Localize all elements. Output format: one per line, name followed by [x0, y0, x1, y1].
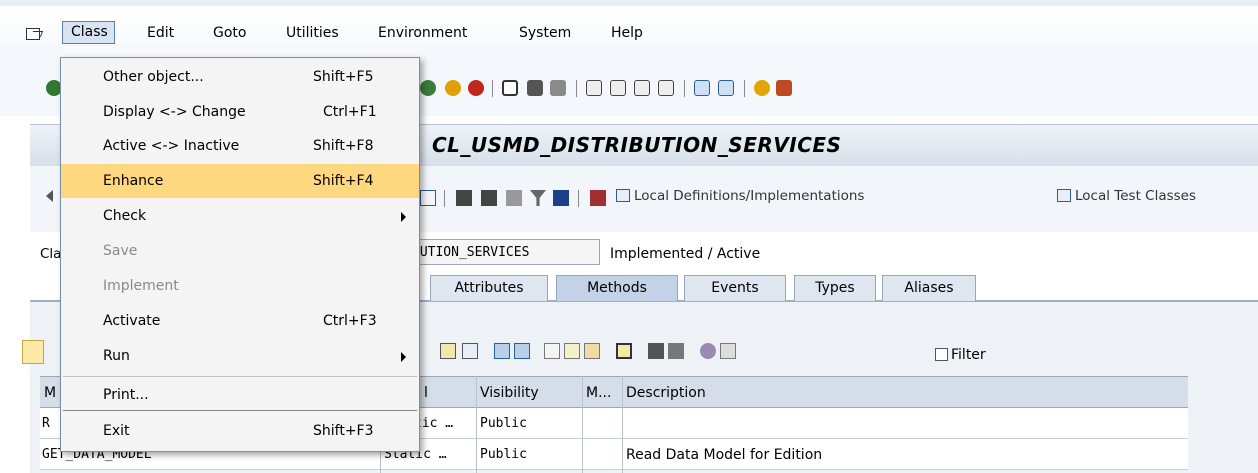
object-list-icon[interactable]	[456, 190, 472, 206]
column-header-m[interactable]: M...	[586, 385, 611, 401]
tab-methods[interactable]: Methods	[556, 275, 678, 301]
shortcut-icon[interactable]	[718, 80, 734, 96]
menu-help[interactable]: Help	[611, 25, 643, 41]
previous-page-icon[interactable]	[610, 80, 626, 96]
toolbar-separator	[444, 190, 445, 207]
undo-icon[interactable]	[700, 343, 716, 359]
menu-item-implement[interactable]: Implement	[61, 269, 419, 303]
menu-item-save[interactable]: Save	[61, 234, 419, 268]
tab-events[interactable]: Events	[684, 275, 786, 301]
find-next-list-icon[interactable]	[668, 343, 684, 359]
first-page-icon[interactable]	[586, 80, 602, 96]
menu-edit[interactable]: Edit	[147, 25, 174, 41]
menu-item-exit[interactable]: Exit Shift+F3	[61, 414, 419, 448]
display-object-icon[interactable]	[506, 190, 522, 206]
class-status: Implemented / Active	[610, 246, 761, 262]
column-divider	[622, 376, 623, 473]
back-icon[interactable]	[420, 80, 436, 96]
column-divider	[476, 376, 477, 473]
toolbar-separator	[578, 190, 579, 207]
method-name-cell: R	[42, 416, 50, 431]
column-header-method[interactable]: M	[44, 385, 56, 401]
next-page-icon[interactable]	[634, 80, 650, 96]
class-menu-dropdown: Other object... Shift+F5 Display <-> Chan…	[60, 57, 420, 452]
last-page-icon[interactable]	[658, 80, 674, 96]
toolbar-separator	[492, 80, 493, 97]
menu-item-active-inactive[interactable]: Active <-> Inactive Shift+F8	[61, 129, 419, 163]
tab-types[interactable]: Types	[794, 275, 876, 301]
exceptions-icon[interactable]	[462, 343, 478, 359]
menu-item-print[interactable]: Print...	[61, 378, 419, 412]
print-list-icon[interactable]	[616, 343, 632, 359]
tab-aliases[interactable]: Aliases	[882, 275, 976, 301]
page-title: CL_USMD_DISTRIBUTION_SERVICES	[432, 133, 842, 157]
find-list-icon[interactable]	[648, 343, 664, 359]
class-builder-icon[interactable]	[590, 190, 606, 206]
cut-icon[interactable]	[544, 343, 560, 359]
local-definitions-icon	[616, 189, 630, 202]
class-label: Cla	[40, 246, 62, 262]
info-icon[interactable]	[553, 190, 569, 206]
column-divider	[582, 376, 583, 473]
delete-row-icon[interactable]	[514, 343, 530, 359]
menu-environment[interactable]: Environment	[378, 25, 467, 41]
column-header-description[interactable]: Description	[626, 385, 706, 401]
new-session-icon[interactable]	[694, 80, 710, 96]
local-test-classes-link[interactable]: Local Test Classes	[1057, 188, 1196, 204]
copy-icon[interactable]	[564, 343, 580, 359]
paste-icon[interactable]	[584, 343, 600, 359]
cancel-icon[interactable]	[468, 80, 484, 96]
visibility-cell: Public	[480, 416, 527, 431]
column-header-visibility[interactable]: Visibility	[480, 385, 539, 401]
print-icon[interactable]	[502, 80, 518, 96]
toolbar-separator	[744, 80, 745, 97]
system-menu-icon[interactable]	[26, 28, 40, 40]
insert-row-icon[interactable]	[494, 343, 510, 359]
menu-class[interactable]: Class	[62, 21, 115, 44]
description-cell: Read Data Model for Edition	[626, 447, 823, 463]
menu-item-run[interactable]: Run	[61, 339, 419, 373]
help-icon[interactable]	[754, 80, 770, 96]
find-icon[interactable]	[527, 80, 543, 96]
visibility-cell: Public	[480, 447, 527, 462]
toolbar-separator	[576, 80, 577, 97]
menu-utilities[interactable]: Utilities	[286, 25, 339, 41]
parameters-icon[interactable]	[440, 343, 456, 359]
back-arrow-icon[interactable]	[46, 190, 53, 202]
column-header-level[interactable]: l	[424, 385, 428, 401]
menu-system[interactable]: System	[519, 25, 571, 41]
local-definitions-label: Local Definitions/Implementations	[634, 188, 865, 204]
local-test-classes-icon	[1057, 189, 1071, 202]
menu-item-enhance[interactable]: Enhance Shift+F4	[61, 164, 419, 198]
menu-item-other-object[interactable]: Other object... Shift+F5	[61, 60, 419, 94]
submenu-arrow-icon	[401, 352, 406, 362]
local-test-classes-label: Local Test Classes	[1075, 188, 1197, 204]
menu-separator	[63, 376, 417, 377]
filter-checkbox[interactable]	[935, 348, 948, 361]
menu-item-check[interactable]: Check	[61, 199, 419, 233]
redo-icon[interactable]	[720, 343, 736, 359]
layout-menu-icon[interactable]	[776, 80, 792, 96]
menu-separator	[63, 410, 417, 411]
where-used-icon[interactable]	[481, 190, 497, 206]
submenu-arrow-icon	[401, 212, 406, 222]
selection-tab-icon	[22, 340, 44, 364]
exit-icon[interactable]	[445, 80, 461, 96]
filter-label: Filter	[951, 347, 986, 363]
local-definitions-link[interactable]: Local Definitions/Implementations	[616, 188, 864, 204]
toolbar-separator	[684, 80, 685, 97]
find-next-icon[interactable]	[550, 80, 566, 96]
menu-goto[interactable]: Goto	[213, 25, 246, 41]
menu-item-display-change[interactable]: Display <-> Change Ctrl+F1	[61, 95, 419, 129]
class-name-field[interactable]: BUTION_SERVICES	[404, 239, 600, 265]
menu-item-activate[interactable]: Activate Ctrl+F3	[61, 304, 419, 338]
hierarchy-icon[interactable]	[420, 190, 436, 206]
tab-attributes[interactable]: Attributes	[430, 275, 548, 301]
